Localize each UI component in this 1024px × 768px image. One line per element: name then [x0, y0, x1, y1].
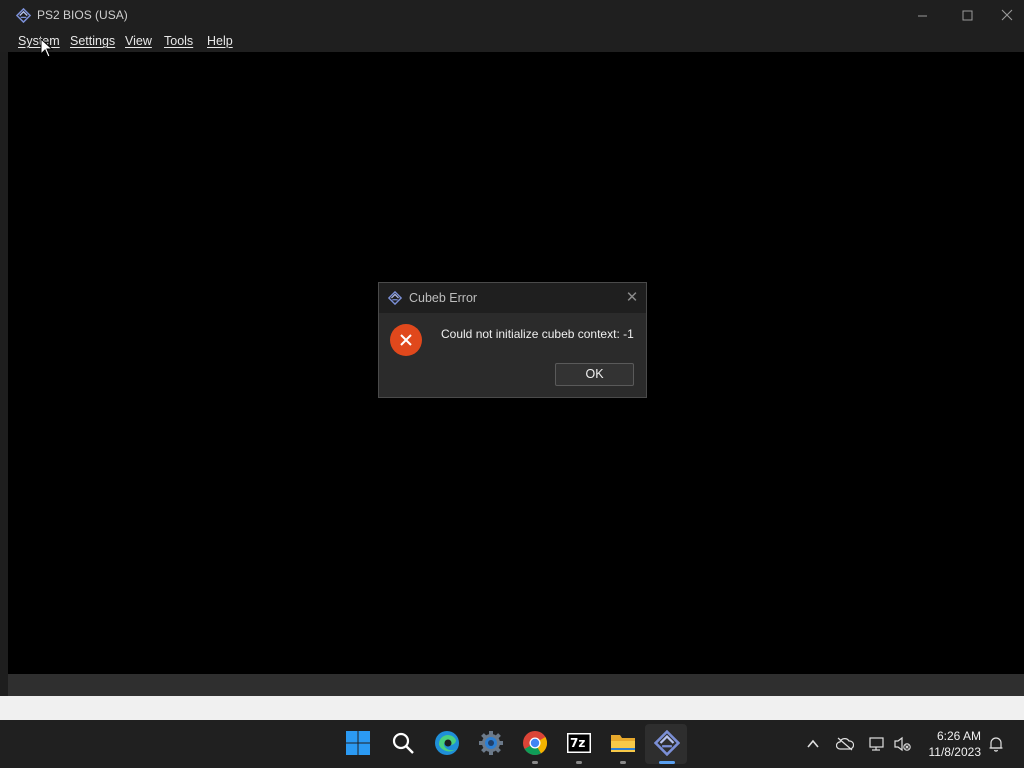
- menu-tools[interactable]: Tools: [164, 34, 193, 48]
- dialog-titlebar[interactable]: Cubeb Error ✕: [379, 283, 646, 313]
- show-hidden-icons-button[interactable]: [804, 735, 822, 753]
- 7zip-label: 7z: [570, 736, 586, 750]
- taskbar-search-button[interactable]: [388, 728, 418, 758]
- start-button[interactable]: [343, 728, 373, 758]
- taskbar-chrome[interactable]: [520, 728, 550, 758]
- chevron-up-icon: [807, 739, 819, 748]
- pcsx2-active-indicator: [659, 761, 675, 764]
- chrome-running-indicator: [532, 761, 538, 764]
- dialog-title: Cubeb Error: [409, 291, 478, 305]
- cloud-offline-icon: [836, 737, 854, 751]
- error-icon: [390, 324, 422, 356]
- taskbar-7zip[interactable]: 7z: [564, 728, 594, 758]
- volume-muted-icon: [894, 736, 911, 752]
- clock-date[interactable]: 11/8/2023: [929, 745, 982, 759]
- clock-time[interactable]: 6:26 AM: [937, 729, 981, 743]
- tray-onedrive[interactable]: [836, 735, 854, 753]
- edge-icon: [435, 731, 459, 755]
- notifications-button[interactable]: [987, 735, 1005, 753]
- mouse-cursor-icon: [40, 38, 54, 58]
- file-explorer-icon: [611, 735, 635, 752]
- search-icon: [392, 732, 414, 754]
- close-icon: [1001, 9, 1013, 21]
- maximize-icon: [962, 10, 972, 20]
- taskbar: 7z 6:26 AM 11/8/2023: [0, 720, 1024, 768]
- windows-start-icon: [346, 731, 370, 755]
- settings-gear-icon: [479, 731, 503, 755]
- tray-volume[interactable]: [894, 735, 912, 753]
- pcsx2-dialog-icon: [388, 291, 402, 305]
- dialog-message: Could not initialize cubeb context: -1: [441, 327, 634, 341]
- window-titlebar[interactable]: PS2 BIOS (USA): [0, 0, 1024, 30]
- tray-network[interactable]: [868, 735, 886, 753]
- minimize-icon: [917, 15, 927, 16]
- bell-icon: [989, 737, 1003, 752]
- taskbar-file-explorer[interactable]: [608, 728, 638, 758]
- window-title: PS2 BIOS (USA): [37, 8, 128, 22]
- menu-settings[interactable]: Settings: [70, 34, 115, 48]
- 7zip-running-indicator: [576, 761, 582, 764]
- menu-help[interactable]: Help: [207, 34, 233, 48]
- ok-button[interactable]: OK: [555, 363, 634, 386]
- status-bar: [8, 674, 1024, 696]
- taskbar-edge[interactable]: [432, 728, 462, 758]
- x-mark-icon: [400, 334, 412, 346]
- dialog-close-button[interactable]: ✕: [623, 289, 641, 307]
- close-button[interactable]: [990, 0, 1024, 30]
- taskbar-settings[interactable]: [476, 728, 506, 758]
- chrome-icon: [523, 731, 548, 756]
- maximize-button[interactable]: [944, 0, 990, 30]
- error-dialog: Cubeb Error ✕ Could not initialize cubeb…: [378, 282, 647, 398]
- network-icon: [869, 737, 884, 751]
- minimize-button[interactable]: [899, 0, 945, 30]
- menu-bar: System Settings View Tools Help: [0, 30, 1024, 52]
- explorer-running-indicator: [620, 761, 626, 764]
- taskbar-pcsx2[interactable]: [652, 728, 682, 758]
- pcsx2-icon: [654, 730, 680, 756]
- menu-view[interactable]: View: [125, 34, 152, 48]
- desktop-strip: [0, 696, 1024, 720]
- pcsx2-app-icon: [16, 8, 31, 23]
